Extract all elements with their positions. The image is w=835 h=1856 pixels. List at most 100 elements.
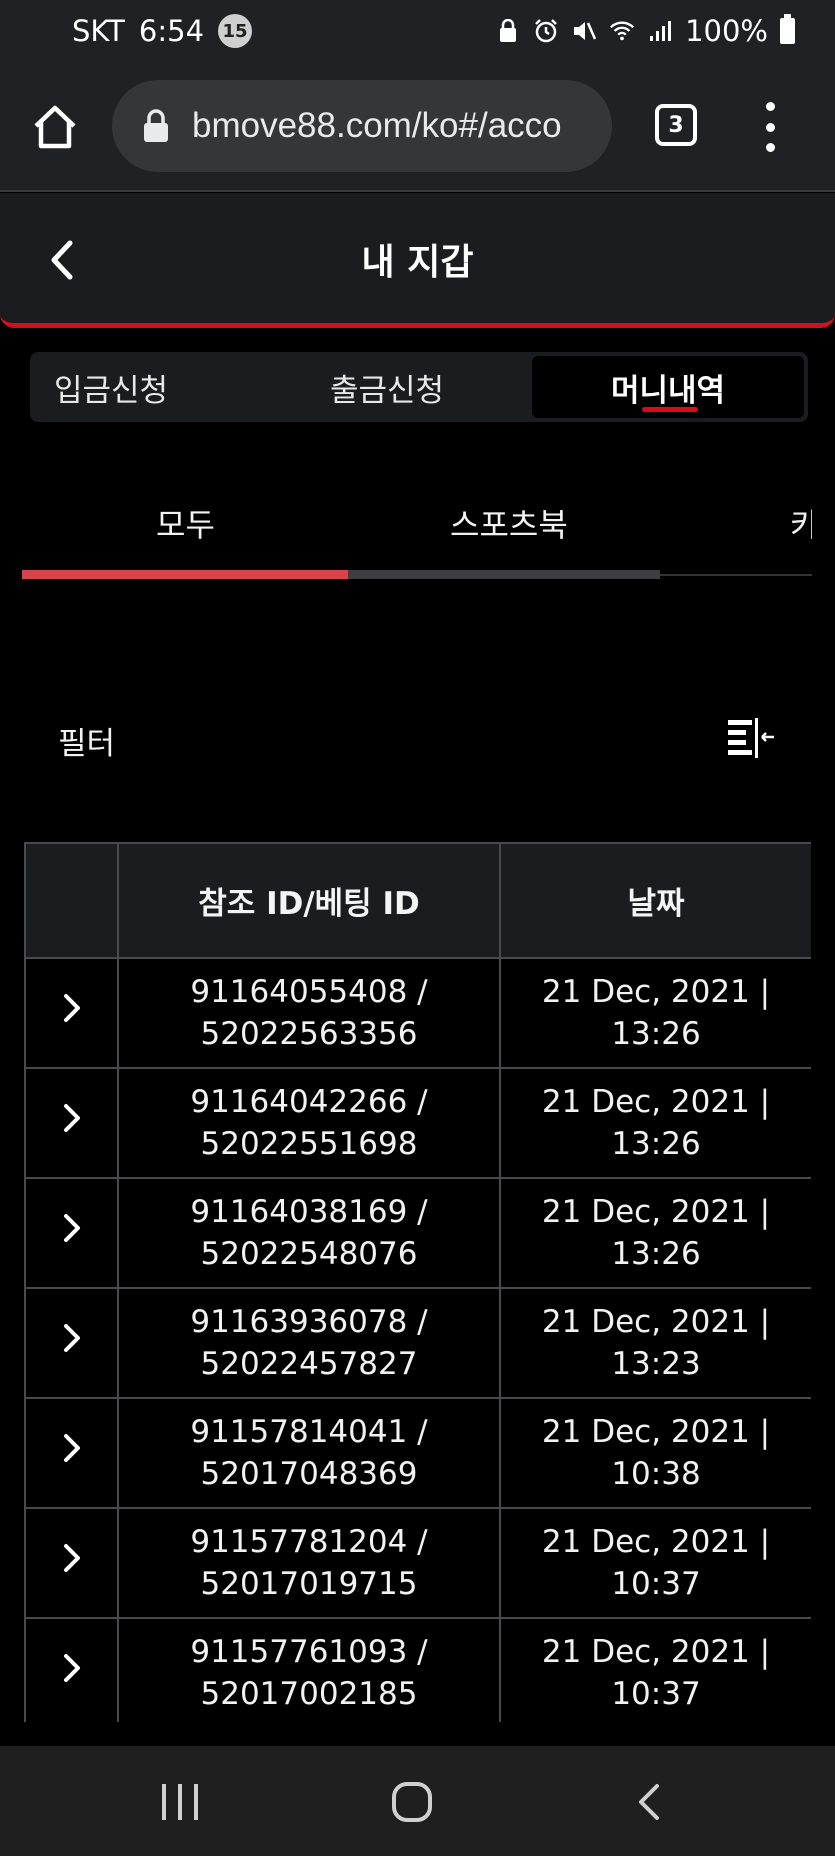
table-row[interactable]: 91164055408 / 52022563356 21 Dec, 2021 | 13… (24, 957, 811, 1069)
column-header-ref-id: 참조 ID/베팅 ID (117, 842, 501, 959)
category-tab-casino[interactable]: 카 (790, 500, 812, 546)
category-tab-sportsbook[interactable]: 스포츠북 (450, 500, 568, 546)
tab-money-history[interactable]: 머니내역 (532, 356, 804, 418)
ref-bet-id-cell: 91164055408 / 52022563356 (117, 957, 501, 1069)
date-value: 21 Dec, 2021 | (541, 1304, 771, 1340)
ref-id: 91164055408 / (190, 974, 428, 1010)
row-expand-cell[interactable] (24, 957, 119, 1069)
filter-label[interactable]: 필터 (58, 718, 115, 763)
table-row[interactable]: 91157781204 / 52017019715 21 Dec, 2021 | 10… (24, 1507, 811, 1619)
ref-id: 91163936078 / (190, 1304, 428, 1340)
ref-bet-id-cell: 91157781204 / 52017019715 (117, 1507, 501, 1619)
bet-id: 52022457827 (200, 1346, 418, 1382)
row-expand-cell[interactable] (24, 1617, 119, 1722)
tab-label: 출금신청 (330, 372, 445, 409)
time-value: 13:26 (611, 1126, 701, 1162)
ref-id: 91157781204 / (190, 1524, 428, 1560)
status-bar: SKT 6:54 15 100% (0, 0, 835, 62)
date-cell: 21 Dec, 2021 | 13:26 (499, 957, 811, 1069)
tab-withdraw-request[interactable]: 출금신청 (330, 356, 444, 418)
category-tab-all[interactable]: 모두 (156, 500, 215, 546)
date-value: 21 Dec, 2021 | (541, 1084, 771, 1120)
ref-id: 91157814041 / (190, 1414, 428, 1450)
date-cell: 21 Dec, 2021 | 10:37 (499, 1507, 811, 1619)
ref-bet-id-cell: 91164038169 / 52022548076 (117, 1177, 501, 1289)
date-value: 21 Dec, 2021 | (541, 1414, 771, 1450)
ref-bet-id-cell: 91157761093 / 52017002185 (117, 1617, 501, 1722)
category-scrollbar[interactable] (22, 570, 660, 579)
date-value: 21 Dec, 2021 | (541, 1194, 771, 1230)
filter-collapse-icon[interactable] (726, 712, 776, 762)
bet-id: 52022563356 (200, 1016, 418, 1052)
ref-id: 91164038169 / (190, 1194, 428, 1230)
chevron-right-icon[interactable] (58, 1542, 86, 1574)
time-value: 13:26 (611, 1016, 701, 1052)
table-row[interactable]: 91157814041 / 52017048369 21 Dec, 2021 | 10… (24, 1397, 811, 1509)
row-expand-cell[interactable] (24, 1287, 119, 1399)
battery-percent: 100% (685, 14, 768, 48)
ref-id: 91157761093 / (190, 1634, 428, 1670)
time-value: 10:37 (611, 1566, 701, 1602)
home-icon[interactable] (30, 102, 80, 152)
notification-count-badge: 15 (218, 14, 253, 48)
column-header-expand (24, 842, 119, 959)
chevron-right-icon[interactable] (58, 1432, 86, 1464)
carrier-label: SKT (72, 14, 125, 48)
table-header-row: 참조 ID/베팅 ID 날짜 (24, 842, 811, 959)
chevron-right-icon[interactable] (58, 1102, 86, 1134)
clock: 6:54 (138, 14, 205, 48)
bet-id: 52017002185 (200, 1676, 418, 1712)
wifi-icon (609, 18, 635, 44)
date-cell: 21 Dec, 2021 | 13:23 (499, 1287, 811, 1399)
more-vert-icon[interactable] (760, 102, 780, 152)
recent-apps-icon[interactable] (160, 1784, 200, 1820)
home-button-icon[interactable] (392, 1782, 432, 1822)
mute-icon (571, 18, 597, 44)
table-row[interactable]: 91163936078 / 52022457827 21 Dec, 2021 | 13… (24, 1287, 811, 1399)
lock-icon (142, 109, 170, 143)
chevron-right-icon[interactable] (58, 1212, 86, 1244)
time-value: 10:38 (611, 1456, 701, 1492)
time-value: 13:26 (611, 1236, 701, 1272)
row-expand-cell[interactable] (24, 1067, 119, 1179)
bet-id: 52017019715 (200, 1566, 418, 1602)
url-text: bmove88.com/ko#/acco (192, 106, 562, 145)
back-icon[interactable] (635, 1782, 663, 1822)
date-cell: 21 Dec, 2021 | 10:37 (499, 1617, 811, 1722)
date-cell: 21 Dec, 2021 | 13:26 (499, 1177, 811, 1289)
chevron-right-icon[interactable] (58, 1652, 86, 1684)
date-cell: 21 Dec, 2021 | 13:26 (499, 1067, 811, 1179)
tab-deposit-request[interactable]: 입금신청 (54, 356, 168, 418)
money-history-table: 참조 ID/베팅 ID 날짜 91164055408 / 52022563356 2… (24, 842, 811, 1722)
page-header: 내 지갑 (0, 193, 835, 328)
date-value: 21 Dec, 2021 | (541, 974, 771, 1010)
browser-toolbar: bmove88.com/ko#/acco 3 (0, 62, 835, 192)
chevron-right-icon[interactable] (58, 992, 86, 1024)
time-value: 13:23 (611, 1346, 701, 1382)
ref-bet-id-cell: 91157814041 / 52017048369 (117, 1397, 501, 1509)
date-value: 21 Dec, 2021 | (541, 1524, 771, 1560)
tab-switcher-button[interactable]: 3 (655, 104, 697, 146)
row-expand-cell[interactable] (24, 1177, 119, 1289)
active-tab-indicator (642, 407, 698, 412)
category-tabs: 모두 스포츠북 카 (22, 470, 812, 586)
date-cell: 21 Dec, 2021 | 10:38 (499, 1397, 811, 1509)
time-value: 10:37 (611, 1676, 701, 1712)
chevron-right-icon[interactable] (58, 1322, 86, 1354)
system-nav-bar (0, 1746, 835, 1856)
row-expand-cell[interactable] (24, 1507, 119, 1619)
row-expand-cell[interactable] (24, 1397, 119, 1509)
battery-icon (780, 14, 795, 44)
table-row[interactable]: 91157761093 / 52017002185 21 Dec, 2021 | 10… (24, 1617, 811, 1722)
tab-count: 3 (668, 112, 684, 138)
bet-id: 52022548076 (200, 1236, 418, 1272)
column-header-date: 날짜 (499, 842, 811, 959)
table-row[interactable]: 91164042266 / 52022551698 21 Dec, 2021 | 13… (24, 1067, 811, 1179)
ref-bet-id-cell: 91164042266 / 52022551698 (117, 1067, 501, 1179)
date-value: 21 Dec, 2021 | (541, 1634, 771, 1670)
address-bar[interactable]: bmove88.com/ko#/acco (112, 80, 612, 172)
alarm-icon (533, 18, 559, 44)
category-scrollbar-thumb[interactable] (22, 570, 348, 579)
table-row[interactable]: 91164038169 / 52022548076 21 Dec, 2021 | 13… (24, 1177, 811, 1289)
ref-id: 91164042266 / (190, 1084, 428, 1120)
